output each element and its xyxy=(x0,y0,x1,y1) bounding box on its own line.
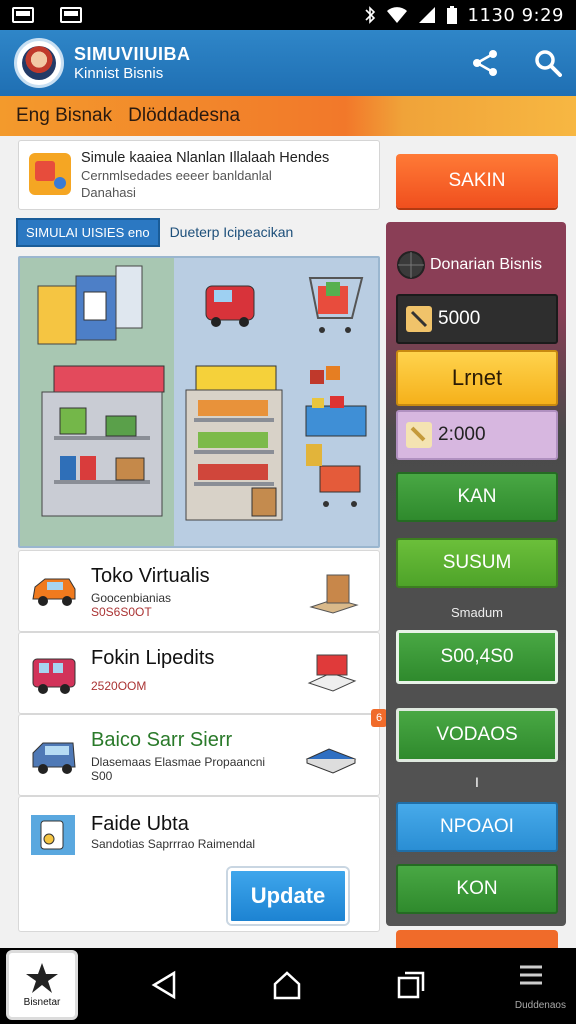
product-desc: Goocenbianias xyxy=(91,591,172,605)
share-icon[interactable] xyxy=(470,48,500,78)
product-item-3[interactable]: 6 Baico Sarr Sierr Dlasemaas Elasmae Pro… xyxy=(18,709,387,796)
tag-icon xyxy=(406,422,432,448)
yellow-action-button[interactable]: Lrnet xyxy=(396,350,558,406)
status-time: 1130 9:29 xyxy=(467,4,564,26)
book-icon xyxy=(305,748,357,774)
home-shortcut-label: Bisnetar xyxy=(23,997,61,1008)
product-item-1[interactable]: Toko Virtualis Goocenbianias S0S6S0OT xyxy=(18,550,380,632)
product-name: Toko Virtualis xyxy=(91,565,210,587)
npoad-button[interactable]: NPOAOI xyxy=(396,802,558,852)
sakin-button[interactable]: SAKIN xyxy=(396,154,558,208)
notification-icon xyxy=(12,7,34,23)
product-item-2[interactable]: Fokin Lipedits 2520OOM xyxy=(18,632,380,714)
susum-button[interactable]: SUSUM xyxy=(396,538,558,588)
signal-icon xyxy=(418,7,435,23)
app-subtitle: Kinnist Bisnis xyxy=(74,64,164,82)
simulation-intro-card[interactable]: Simule kaaiea Nlanlan Illalaah Hendes Ce… xyxy=(18,140,380,210)
store-illustration xyxy=(18,256,380,548)
product-desc: Sandotias Saprrrao Raimendal xyxy=(91,837,256,851)
box-icon xyxy=(309,574,359,614)
intro-title: Simule kaaiea Nlanlan Illalaah Hendes xyxy=(81,150,330,166)
value-2: 2:000 xyxy=(438,424,486,445)
app-logo xyxy=(14,38,64,88)
product-desc: Dlasemaas Elasmae Propaancni xyxy=(91,755,266,769)
status-bar: 1130 9:29 xyxy=(0,0,576,30)
minivan-icon xyxy=(32,742,76,774)
pencil-icon xyxy=(406,306,432,332)
kan-button[interactable]: KAN xyxy=(396,472,558,522)
document-icon xyxy=(31,815,75,855)
value-field-1[interactable]: 5000 xyxy=(396,294,558,344)
bottom-orange-tab[interactable] xyxy=(396,930,558,948)
bluetooth-icon xyxy=(364,6,375,24)
tab-simulation[interactable]: SIMULAI UISIES eno xyxy=(16,217,160,247)
navigation-bar: Bisnetar Duddenaos xyxy=(0,948,576,1024)
panel-header: Donarian Bisnis xyxy=(396,240,558,290)
car-icon xyxy=(32,578,76,606)
value-1: 5000 xyxy=(438,308,481,329)
tab-bar: SIMULAI UISIES eno Dueterp Icipeacikan xyxy=(16,217,380,247)
app-title-block: SIMUVIIUIBA Kinnist Bisnis xyxy=(74,44,191,82)
product-price: S0S6S0OT xyxy=(91,605,152,619)
toolbox-icon xyxy=(29,153,71,195)
banner-left-label[interactable]: Eng Bisnak xyxy=(16,105,112,127)
app-header: SIMUVIIUIBA Kinnist Bisnis xyxy=(0,30,576,96)
product-price: S00 xyxy=(91,769,113,783)
notification-badge: 6 xyxy=(371,709,387,727)
product-name: Fokin Lipedits xyxy=(91,647,215,669)
star-icon xyxy=(26,963,58,993)
stack-icon xyxy=(307,654,357,692)
intro-line-3: Danahasi xyxy=(81,184,136,200)
home-icon[interactable] xyxy=(272,970,302,1000)
tab-reports[interactable]: Dueterp Icipeacikan xyxy=(170,224,294,240)
panel-divider-mark: I xyxy=(475,774,479,790)
product-name: Baico Sarr Sierr xyxy=(91,729,233,751)
panel-small-label: Smadum xyxy=(450,604,504,620)
panel-header-label: Donarian Bisnis xyxy=(430,256,543,273)
product-name: Faide Ubta xyxy=(91,813,189,835)
update-button[interactable]: Update xyxy=(228,868,348,924)
menu-label: Duddenaos xyxy=(514,1000,566,1011)
app-title: SIMUVIIUIBA xyxy=(74,44,191,65)
recents-icon[interactable] xyxy=(396,970,426,1000)
wifi-icon xyxy=(386,7,407,23)
category-banner: Eng Bisnak Dlöddadesna xyxy=(0,96,576,136)
kon-button[interactable]: KON xyxy=(396,864,558,914)
vodaos-button[interactable]: VODAOS xyxy=(396,708,558,762)
battery-icon xyxy=(446,6,457,24)
total-value-field[interactable]: S00,4S0 xyxy=(396,630,558,684)
intro-line-2: Cernmlsedades eeeer banldanlal xyxy=(81,167,272,183)
product-price: 2520OOM xyxy=(91,679,147,693)
value-field-2[interactable]: 2:000 xyxy=(396,410,558,460)
search-icon[interactable] xyxy=(534,49,562,77)
app-screen: 1130 9:29 SIMUVIIUIBA Kinnist Bisnis Eng… xyxy=(0,0,576,1024)
banner-right-label[interactable]: Dlöddadesna xyxy=(128,105,240,127)
home-shortcut[interactable]: Bisnetar xyxy=(6,950,78,1020)
bus-icon xyxy=(32,658,76,694)
globe-icon xyxy=(397,251,425,279)
screenshot-icon xyxy=(60,7,82,23)
back-icon[interactable] xyxy=(150,970,178,1000)
menu-icon[interactable] xyxy=(518,962,544,992)
